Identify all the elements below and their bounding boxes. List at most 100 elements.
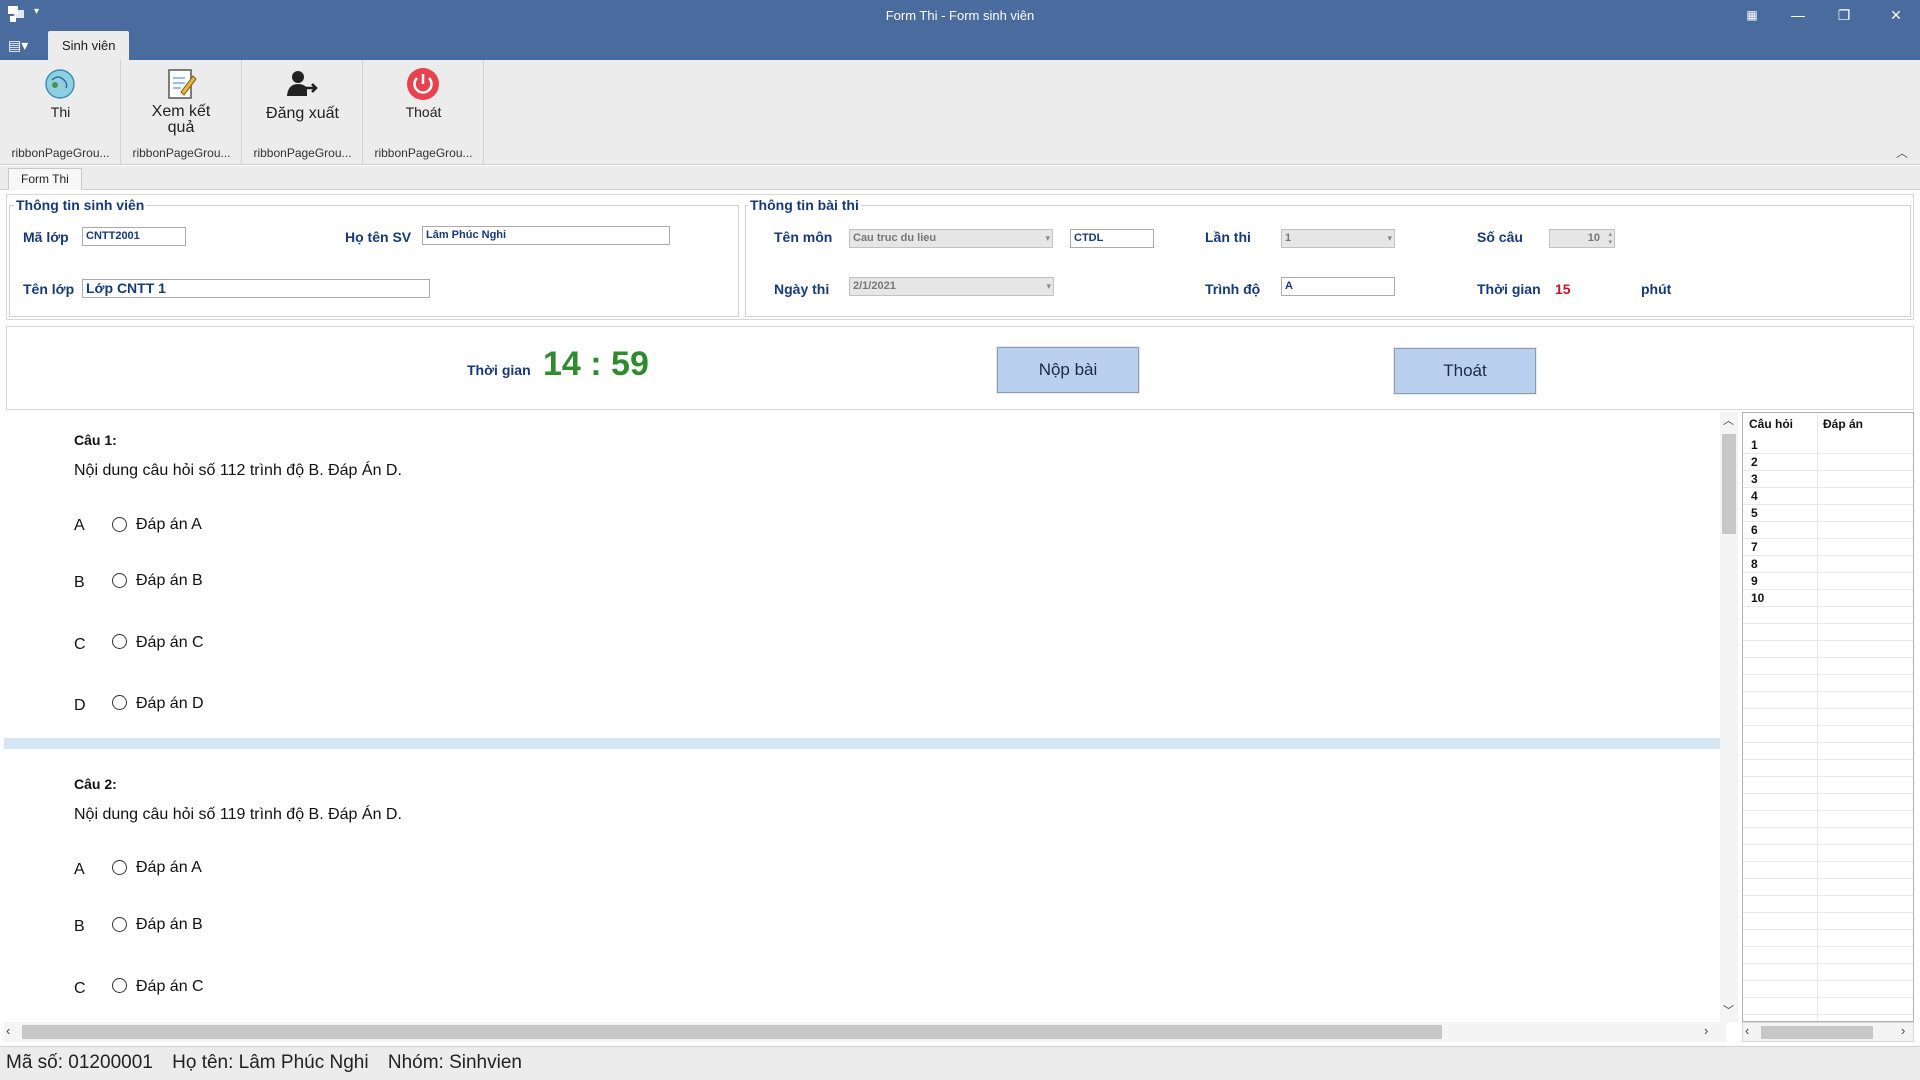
option-letter: A [74,861,85,878]
grid-empty-row [1743,743,1913,760]
student-info-group [9,205,739,317]
ribbon-group-thi[interactable]: Thi ribbonPageGrou... [0,60,121,165]
option-letter: C [74,980,86,997]
grid-empty-row [1743,896,1913,913]
option-letter: C [74,636,86,653]
ho-ten-field[interactable]: Lâm Phúc Nghi [422,226,670,245]
grid-empty-row [1743,624,1913,641]
ten-mon-select[interactable]: Cau truc du lieu ▾ [849,229,1053,248]
layout-icon[interactable]: ▦ [1729,0,1775,30]
timer-bar: Thời gian 14 : 59 Nộp bài Thoát [6,326,1914,410]
horizontal-scrollbar[interactable]: ‹ › [4,1022,1726,1042]
scroll-up-icon[interactable]: ︿ [1723,412,1734,428]
status-ho-ten: Họ tên: Lâm Phúc Nghi [172,1052,369,1073]
exit-button[interactable]: Thoát [1393,347,1537,395]
option-text[interactable]: Đáp án D [136,695,204,713]
option-radio[interactable] [112,860,127,875]
grid-row[interactable]: 9 [1743,573,1913,590]
grid-cell-question: 1 [1751,438,1758,452]
grid-row[interactable]: 2 [1743,454,1913,471]
grid-empty-row [1743,964,1913,981]
scroll-thumb[interactable] [1722,434,1736,534]
grid-empty-row [1743,998,1913,1015]
trinh-do-field[interactable]: A [1281,277,1395,296]
option-radio[interactable] [112,634,127,649]
spin-arrows-icon: ▴ ▾ [1608,231,1612,246]
submit-button[interactable]: Nộp bài [996,346,1140,394]
ma-mon-field[interactable]: CTDL [1070,229,1154,248]
option-text[interactable]: Đáp án C [136,634,204,652]
ten-lop-field[interactable]: Lớp CNTT 1 [82,279,430,298]
grid-header-cau-hoi[interactable]: Câu hỏi [1749,417,1793,431]
edit-document-icon [163,66,199,102]
timer-value: 14 : 59 [543,345,649,383]
option-text[interactable]: Đáp án A [136,516,202,534]
app-menu-icon[interactable]: ▤▾ [8,34,36,56]
grid-row[interactable]: 4 [1743,488,1913,505]
option-text[interactable]: Đáp án B [136,572,203,590]
grid-empty-row [1743,845,1913,862]
grid-header-dap-an[interactable]: Đáp án [1823,417,1863,431]
scroll-right-icon[interactable]: › [1901,1023,1905,1038]
question-area: Câu 1: Nội dung câu hỏi số 112 trình độ … [4,412,1726,1044]
grid-horizontal-scrollbar[interactable]: ‹ › [1742,1022,1914,1042]
ribbon-group-thoat[interactable]: Thoát ribbonPageGrou... [363,60,484,165]
option-radio[interactable] [112,517,127,532]
grid-empty-row [1743,641,1913,658]
grid-cell-question: 8 [1751,557,1758,571]
option-radio[interactable] [112,978,127,993]
ngay-thi-value: 2/1/2021 [853,280,896,292]
close-button[interactable]: ✕ [1873,0,1919,30]
scroll-thumb[interactable] [1761,1026,1873,1039]
question-number-text: Câu 2 [74,776,113,792]
grid-row[interactable]: 3 [1743,471,1913,488]
doc-tab-form-thi[interactable]: Form Thi [8,168,82,190]
ngay-thi-select[interactable]: 2/1/2021 ▾ [849,277,1054,296]
grid-row[interactable]: 6 [1743,522,1913,539]
ma-lop-field[interactable]: CNTT2001 [82,227,186,246]
grid-row[interactable]: 7 [1743,539,1913,556]
ho-ten-label: Họ tên SV [345,229,412,245]
option-letter: A [74,517,85,534]
exam-info-title: Thông tin bài thi [748,197,861,213]
tab-sinh-vien[interactable]: Sinh viên [48,31,130,60]
option-text[interactable]: Đáp án B [136,916,203,934]
thoi-gian-unit: phút [1641,281,1672,297]
so-cau-spinner[interactable]: 10 ▴ ▾ [1549,229,1615,248]
option-text[interactable]: Đáp án A [136,859,202,877]
lan-thi-select[interactable]: 1 ▾ [1281,229,1395,248]
question-text: Nội dung câu hỏi số 119 trình độ B. Đáp … [74,806,402,823]
option-letter: B [74,574,85,591]
lan-thi-value: 1 [1285,232,1292,244]
scroll-left-icon[interactable]: ‹ [1745,1023,1749,1038]
grid-row[interactable]: 10 [1743,590,1913,607]
minimize-button[interactable]: — [1775,0,1821,30]
option-radio[interactable] [112,695,127,710]
exam-info-group [745,205,1911,317]
restore-button[interactable]: ❐ [1821,0,1867,30]
ribbon-group-xem-ket-qua[interactable]: Xem kết quả ribbonPageGrou... [121,60,242,165]
globe-icon [42,66,78,102]
grid-row[interactable]: 5 [1743,505,1913,522]
grid-row[interactable]: 1 [1743,437,1913,454]
scroll-down-icon[interactable]: ﹀ [1723,1002,1734,1018]
ribbon-group-dang-xuat[interactable]: Đăng xuất ribbonPageGrou... [242,60,363,165]
scroll-thumb[interactable] [22,1025,1442,1039]
ribbon: Thi ribbonPageGrou... Xem kết quả ribbon… [0,60,1920,165]
option-letter: B [74,918,85,935]
grid-empty-row [1743,947,1913,964]
ribbon-collapse-icon[interactable]: ︿ [1896,144,1908,161]
option-radio[interactable] [112,573,127,588]
info-panel: Thông tin sinh viên Mã lớp CNTT2001 Họ t… [6,194,1914,320]
ribbon-label-xem-ket-qua: Xem kết quả [151,103,211,136]
vertical-scrollbar[interactable]: ︿ ﹀ [1720,412,1738,1022]
option-text[interactable]: Đáp án C [136,978,204,996]
grid-cell-question: 6 [1751,523,1758,537]
document-tab-strip: Form Thi [0,166,1920,190]
grid-row[interactable]: 8 [1743,556,1913,573]
option-radio[interactable] [112,917,127,932]
ribbon-label-thi: Thi [50,104,71,120]
scroll-right-icon[interactable]: › [1704,1023,1708,1038]
grid-cell-question: 7 [1751,540,1758,554]
scroll-left-icon[interactable]: ‹ [6,1023,10,1038]
